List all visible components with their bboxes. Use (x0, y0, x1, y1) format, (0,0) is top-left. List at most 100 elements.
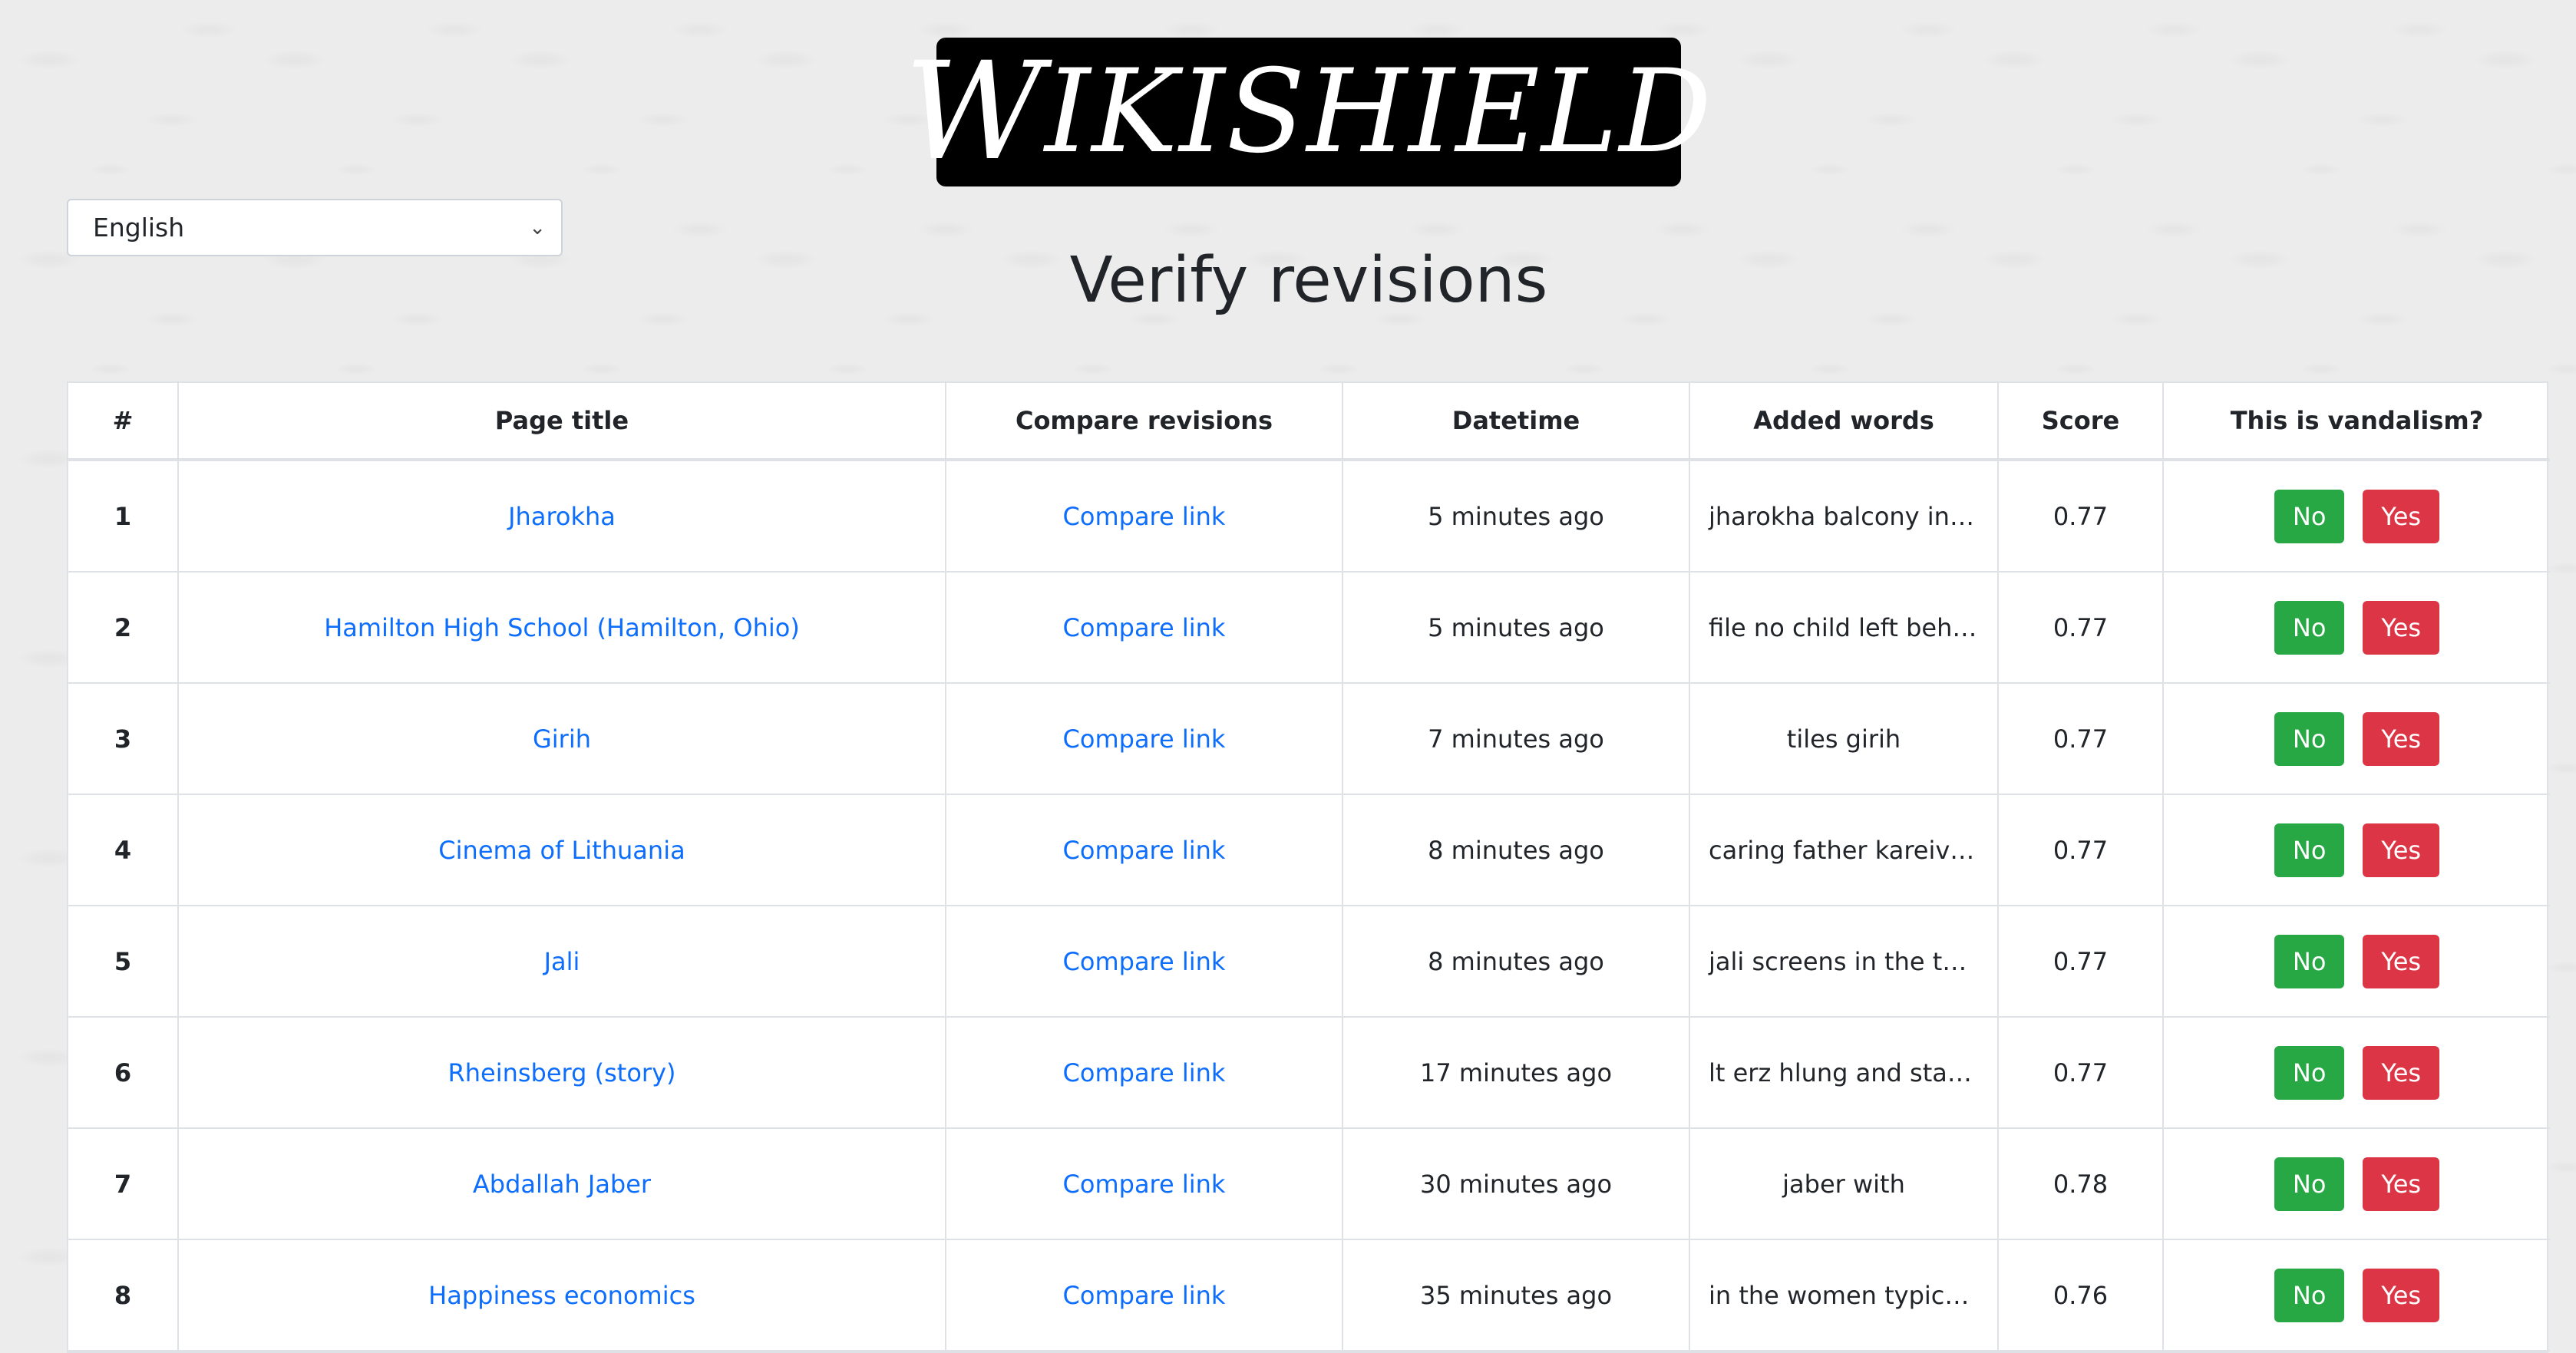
added-words-cell: jaber with (1689, 1128, 1999, 1240)
score-cell: 0.77 (1998, 1017, 2164, 1129)
compare-cell: Compare link (946, 794, 1343, 906)
table-row: 4 Cinema of Lithuania Compare link 8 minute… (68, 794, 2550, 906)
yes-button[interactable]: Yes (2363, 1045, 2440, 1100)
compare-link[interactable]: Compare link (1063, 836, 1226, 865)
yes-button[interactable]: Yes (2363, 711, 2440, 766)
row-number: 1 (68, 460, 179, 573)
page-title-link[interactable]: Cinema of Lithuania (438, 836, 685, 865)
compare-cell: Compare link (946, 460, 1343, 573)
datetime-cell: 8 minutes ago (1342, 906, 1690, 1018)
added-words-cell: file no child left behi… (1689, 572, 1999, 684)
vandalism-cell: No Yes (2163, 1128, 2550, 1240)
row-number: 3 (68, 683, 179, 795)
score-cell: 0.77 (1998, 794, 2164, 906)
compare-link[interactable]: Compare link (1063, 724, 1226, 754)
page-title: Verify revisions (1069, 244, 1548, 317)
page-title-cell: Abdallah Jaber (178, 1128, 946, 1240)
table-row: 5 Jali Compare link 8 minutes ago jali scree… (68, 906, 2550, 1018)
yes-button[interactable]: Yes (2363, 1157, 2440, 1211)
compare-link[interactable]: Compare link (1063, 502, 1226, 531)
datetime-cell: 8 minutes ago (1342, 794, 1690, 906)
page-title-link[interactable]: Rheinsberg (story) (448, 1058, 676, 1087)
logo-initial: W (904, 33, 1045, 190)
datetime-cell: 5 minutes ago (1342, 460, 1690, 573)
score-cell: 0.77 (1998, 460, 2164, 573)
no-button[interactable]: No (2274, 1268, 2345, 1322)
no-button[interactable]: No (2274, 489, 2345, 543)
yes-button[interactable]: Yes (2363, 600, 2440, 655)
vandalism-cell: No Yes (2163, 683, 2550, 795)
no-button[interactable]: No (2274, 823, 2345, 877)
added-words-cell: caring father kareivis… (1689, 794, 1999, 906)
compare-link[interactable]: Compare link (1063, 613, 1226, 642)
header-page-title: Page title (178, 383, 946, 461)
no-button[interactable]: No (2274, 934, 2345, 988)
added-words-cell: jharokha balcony in j… (1689, 460, 1999, 573)
score-cell: 0.77 (1998, 572, 2164, 684)
language-selected-value: English (93, 213, 185, 243)
vandalism-cell: No Yes (2163, 1239, 2550, 1351)
page-title-cell: Jali (178, 906, 946, 1018)
page-title-cell: Jharokha (178, 460, 946, 573)
logo-rest: IKISHIELD (1045, 45, 1713, 179)
page-title-link[interactable]: Happiness economics (428, 1281, 695, 1310)
table-row: 3 Girih Compare link 7 minutes ago tiles gir… (68, 683, 2550, 795)
added-words-cell: lt erz hlung and stag… (1689, 1017, 1999, 1129)
vandalism-cell: No Yes (2163, 794, 2550, 906)
datetime-cell: 17 minutes ago (1342, 1017, 1690, 1129)
wikishield-logo: W IKISHIELD (904, 38, 1712, 186)
table-row: 6 Rheinsberg (story) Compare link 17 minute… (68, 1017, 2550, 1129)
row-number: 5 (68, 906, 179, 1018)
revisions-table: # Page title Compare revisions Datetime … (67, 381, 2550, 1353)
no-button[interactable]: No (2274, 1157, 2345, 1211)
no-button[interactable]: No (2274, 600, 2345, 655)
page-title-link[interactable]: Jali (544, 947, 580, 976)
datetime-cell: 7 minutes ago (1342, 683, 1690, 795)
page-title-cell: Rheinsberg (story) (178, 1017, 946, 1129)
header-compare-revisions: Compare revisions (946, 383, 1343, 461)
score-cell: 0.76 (1998, 1239, 2164, 1351)
compare-cell: Compare link (946, 572, 1343, 684)
yes-button[interactable]: Yes (2363, 823, 2440, 877)
table-header-row: # Page title Compare revisions Datetime … (68, 383, 2550, 461)
datetime-cell: 35 minutes ago (1342, 1239, 1690, 1351)
datetime-cell: 5 minutes ago (1342, 572, 1690, 684)
row-number: 2 (68, 572, 179, 684)
page-title-link[interactable]: Jharokha (508, 502, 616, 531)
yes-button[interactable]: Yes (2363, 934, 2440, 988)
row-number: 6 (68, 1017, 179, 1129)
vandalism-cell: No Yes (2163, 572, 2550, 684)
row-number: 7 (68, 1128, 179, 1240)
compare-cell: Compare link (946, 1239, 1343, 1351)
page-title-link[interactable]: Abdallah Jaber (473, 1170, 651, 1199)
header-datetime: Datetime (1342, 383, 1690, 461)
score-cell: 0.78 (1998, 1128, 2164, 1240)
header-number: # (68, 383, 179, 461)
page-title-link[interactable]: Hamilton High School (Hamilton, Ohio) (324, 613, 800, 642)
yes-button[interactable]: Yes (2363, 1268, 2440, 1322)
score-cell: 0.77 (1998, 906, 2164, 1018)
compare-cell: Compare link (946, 1017, 1343, 1129)
compare-link[interactable]: Compare link (1063, 1058, 1226, 1087)
table-row: 8 Happiness economics Compare link 35 minut… (68, 1239, 2550, 1351)
no-button[interactable]: No (2274, 711, 2345, 766)
vandalism-cell: No Yes (2163, 460, 2550, 573)
page-title-cell: Happiness economics (178, 1239, 946, 1351)
page-title-cell: Cinema of Lithuania (178, 794, 946, 906)
header-vandalism: This is vandalism? (2163, 383, 2550, 461)
page-title-link[interactable]: Girih (533, 724, 591, 754)
page-title-cell: Girih (178, 683, 946, 795)
compare-cell: Compare link (946, 1128, 1343, 1240)
no-button[interactable]: No (2274, 1045, 2345, 1100)
compare-link[interactable]: Compare link (1063, 1281, 1226, 1310)
table-row: 7 Abdallah Jaber Compare link 30 minutes ag… (68, 1128, 2550, 1240)
added-words-cell: jali screens in the tomb (1689, 906, 1999, 1018)
row-number: 4 (68, 794, 179, 906)
compare-link[interactable]: Compare link (1063, 947, 1226, 976)
compare-link[interactable]: Compare link (1063, 1170, 1226, 1199)
yes-button[interactable]: Yes (2363, 489, 2440, 543)
row-number: 8 (68, 1239, 179, 1351)
added-words-cell: tiles girih (1689, 683, 1999, 795)
added-words-cell: in the women typical… (1689, 1239, 1999, 1351)
header-score: Score (1998, 383, 2164, 461)
